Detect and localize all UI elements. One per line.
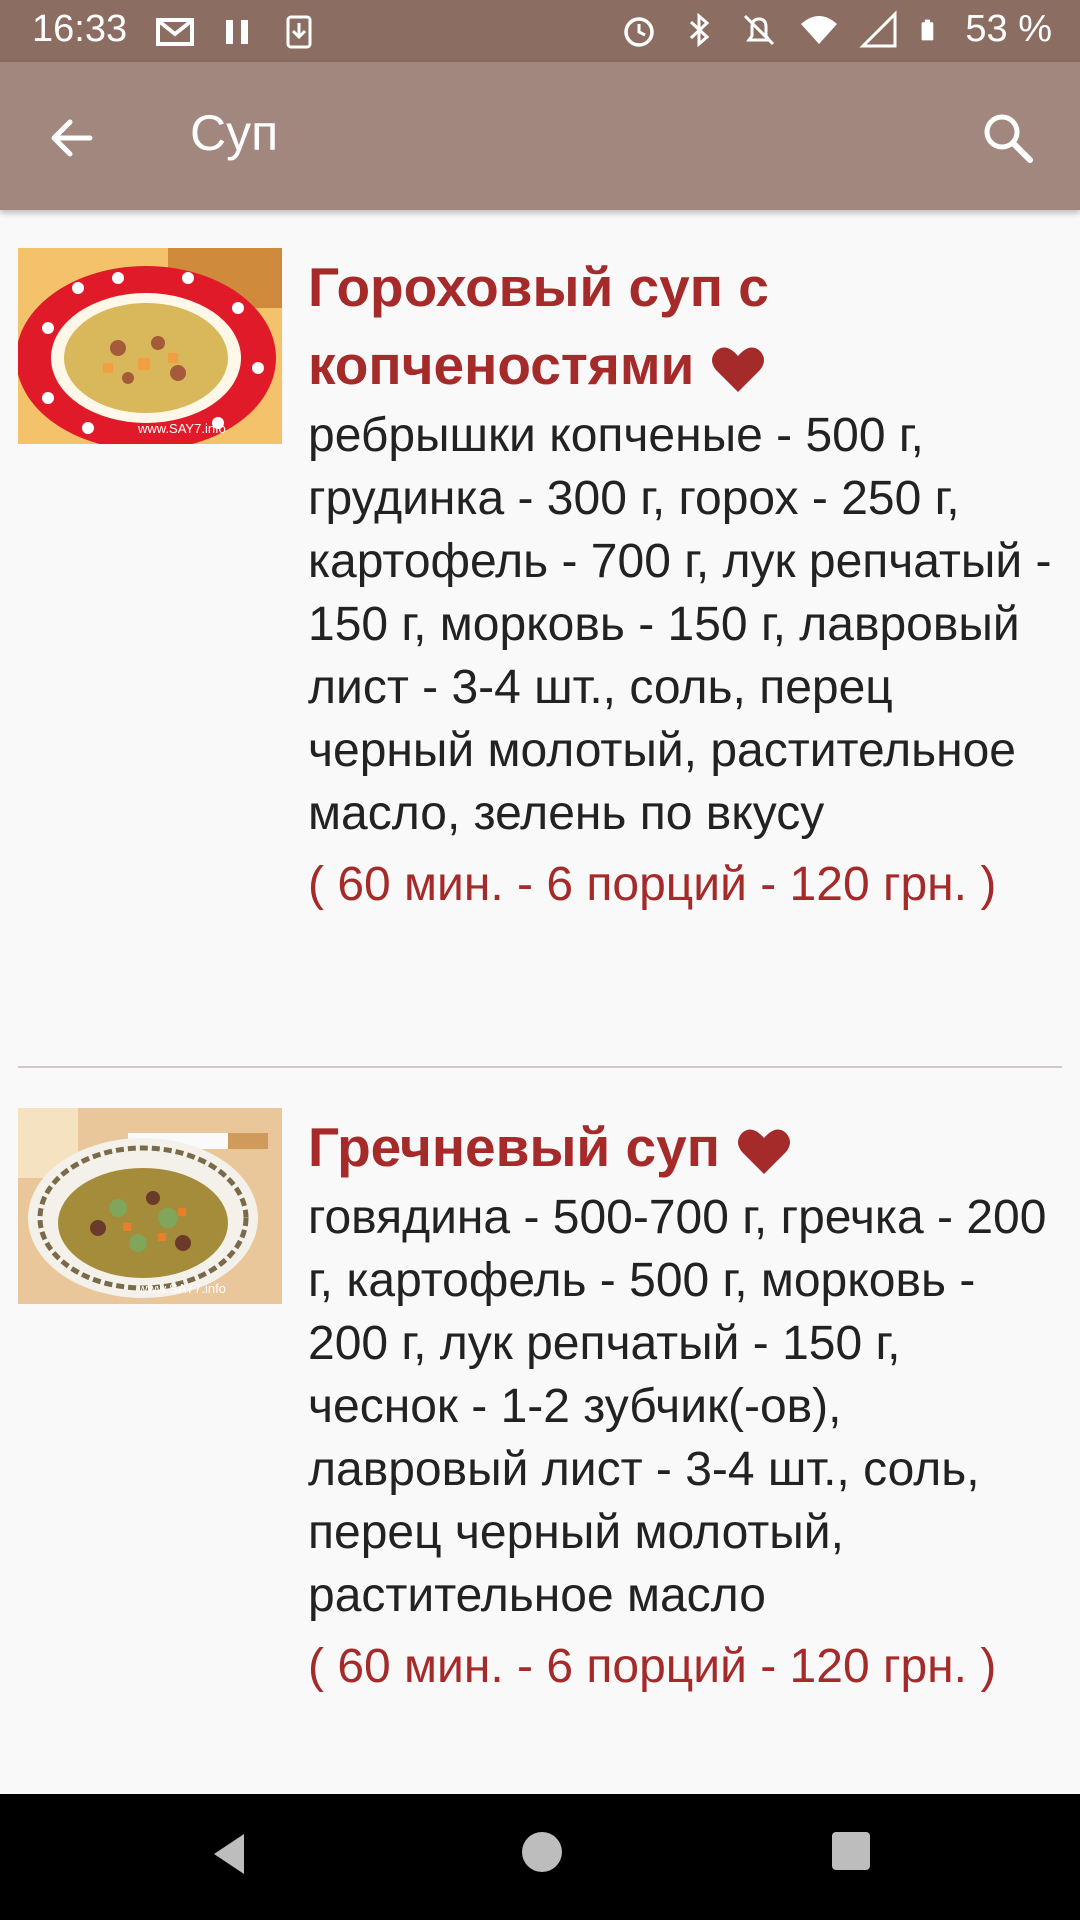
alarm-icon <box>624 16 655 47</box>
pause-icon <box>226 20 248 44</box>
notification-icons <box>155 12 319 52</box>
battery-icon <box>921 19 934 40</box>
page-title: Суп <box>190 105 279 161</box>
nav-back-icon[interactable] <box>200 1824 260 1884</box>
system-icons: 53 % <box>619 8 1052 51</box>
heart-icon[interactable] <box>710 344 766 394</box>
nav-recents-icon[interactable] <box>830 1830 872 1872</box>
recipe-content: Гречневый суп говядина - 500-700 г, греч… <box>308 1108 1058 1698</box>
recipe-title[interactable]: Гречневый суп <box>308 1108 1058 1186</box>
app-bar: Суп <box>0 62 1080 210</box>
recipe-image: www.SAY7.info <box>18 248 282 444</box>
recipe-image: www.SAY7.info <box>18 1108 282 1304</box>
recipe-title[interactable]: Гороховый суп с копченостями <box>308 248 1058 404</box>
battery-level: 53 % <box>965 8 1052 50</box>
system-nav-bar <box>0 1794 1080 1920</box>
signal-icon <box>859 9 897 47</box>
status-time: 16:33 <box>32 8 128 50</box>
dnd-off-icon <box>744 14 775 45</box>
recipe-ingredients: ребрышки копченые - 500 г, грудинка - 30… <box>308 409 1052 840</box>
image-watermark: www.SAY7.info <box>137 421 226 436</box>
search-icon[interactable] <box>976 106 1040 170</box>
gmail-icon <box>156 18 194 46</box>
back-arrow-icon[interactable] <box>40 106 104 170</box>
list-divider <box>18 1066 1062 1068</box>
heart-icon[interactable] <box>736 1126 792 1176</box>
bluetooth-icon <box>690 12 710 47</box>
recipe-meta: ( 60 мин. - 6 порций - 120 грн. ) <box>308 1640 997 1693</box>
download-icon <box>286 15 312 49</box>
image-watermark: www.SAY7.info <box>137 1281 226 1296</box>
wifi-icon <box>801 15 838 44</box>
recipe-ingredients: говядина - 500-700 г, гречка - 200 г, ка… <box>308 1191 1047 1622</box>
recipe-meta: ( 60 мин. - 6 порций - 120 грн. ) <box>308 858 997 911</box>
nav-home-icon[interactable] <box>520 1830 564 1874</box>
status-bar: 16:33 53 % <box>0 0 1080 62</box>
recipe-content: Гороховый суп с копченостями ребрышки ко… <box>308 248 1058 916</box>
recipe-list[interactable]: www.SAY7.info Гороховый суп с копченостя… <box>0 210 1080 1794</box>
